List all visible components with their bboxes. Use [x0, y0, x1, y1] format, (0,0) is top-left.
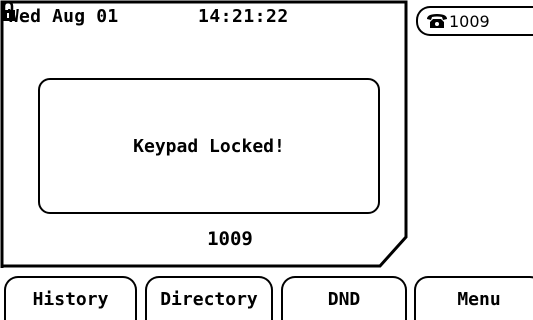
softkey-label: Directory [160, 289, 258, 310]
line-key-1009[interactable]: 1009 [416, 6, 533, 36]
softkey-label: DND [327, 289, 361, 310]
phone-icon [427, 14, 447, 28]
softkey-history[interactable]: History [4, 276, 137, 320]
softkey-dnd[interactable]: DND [281, 276, 407, 320]
softkey-label: Menu [457, 289, 501, 310]
popup-message: Keypad Locked! [133, 135, 285, 157]
padlock-icon [1, 0, 15, 21]
status-time: 14:21:22 [198, 6, 289, 27]
keypad-locked-popup: Keypad Locked! [38, 78, 380, 214]
softkey-directory[interactable]: Directory [145, 276, 273, 320]
main-display-panel: Wed Aug 01 14:21:22 Keypad Locked! 1009 [0, 0, 410, 268]
line-key-label: 1009 [449, 11, 490, 31]
status-date: Wed Aug 01 [8, 6, 119, 27]
extension-number: 1009 [207, 228, 253, 250]
softkey-label: History [32, 289, 109, 310]
softkey-menu[interactable]: Menu [414, 276, 533, 320]
